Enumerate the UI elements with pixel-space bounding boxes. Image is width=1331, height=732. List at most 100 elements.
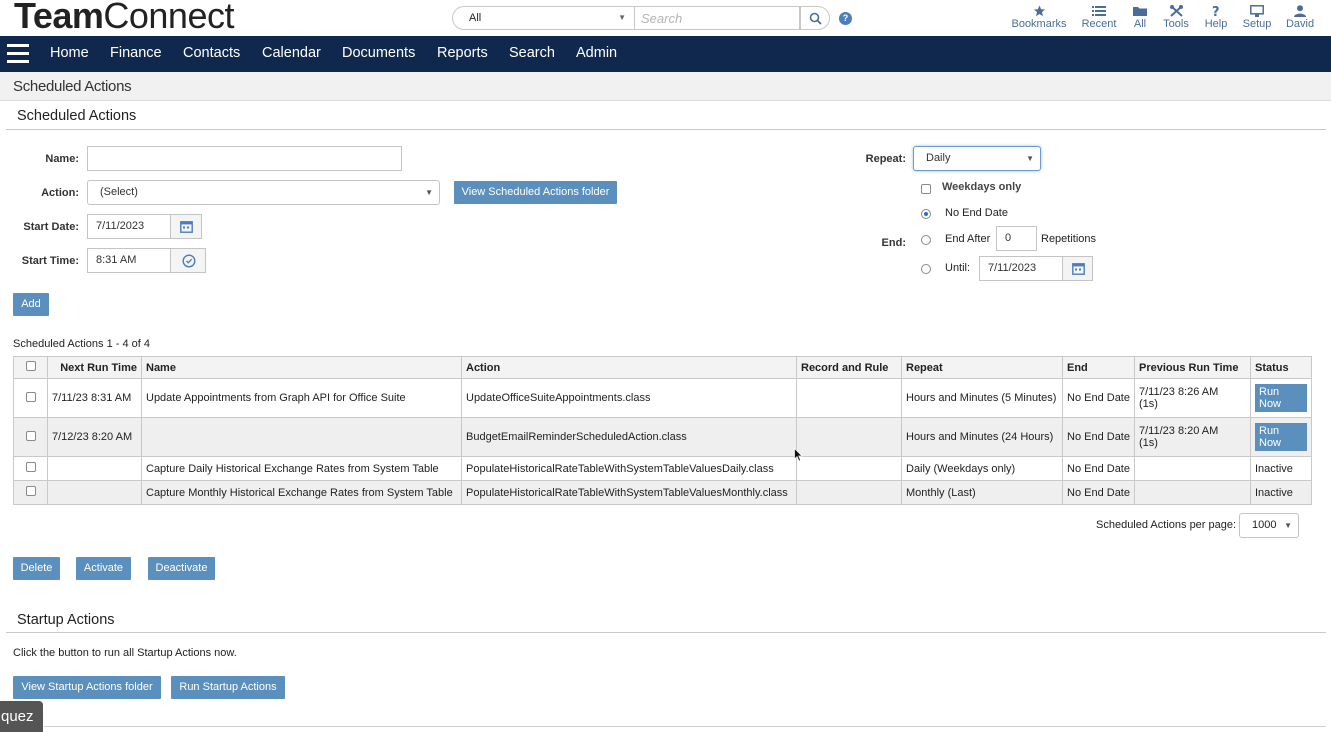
bottom-divider <box>44 726 1326 727</box>
delete-button[interactable]: Delete <box>13 557 60 580</box>
row-checkbox[interactable] <box>25 462 36 472</box>
previous-run-time: 7/11/23 8:26 AM (1s) <box>1134 378 1251 418</box>
status-badge: Inactive <box>1250 456 1312 481</box>
name-input[interactable] <box>87 146 402 171</box>
end-value: No End Date <box>1062 378 1135 418</box>
top-nav-help[interactable]: ? Help <box>1201 3 1231 33</box>
until-date-input[interactable]: 7/11/2023 <box>979 256 1063 281</box>
nav-reports[interactable]: Reports <box>437 45 488 61</box>
view-startup-actions-folder-button[interactable]: View Startup Actions folder <box>13 676 161 699</box>
end-value: No End Date <box>1062 417 1135 457</box>
column-header[interactable]: Status <box>1250 356 1312 379</box>
list-icon <box>1092 6 1106 16</box>
hamburger-menu-icon[interactable] <box>7 44 29 64</box>
table-row[interactable]: 7/12/23 8:20 AM BudgetEmailReminderSched… <box>13 417 1312 457</box>
startup-actions-section-title: Startup Actions <box>17 612 115 628</box>
top-nav-all[interactable]: All <box>1127 3 1153 33</box>
column-header[interactable]: Next Run Time <box>47 356 142 379</box>
per-page-select[interactable]: 1000 ▼ <box>1239 513 1299 538</box>
repeat-label: Repeat: <box>865 153 906 165</box>
record-rule <box>796 456 902 481</box>
status-cell: Run Now <box>1250 378 1312 418</box>
action-class: PopulateHistoricalRateTableWithSystemTab… <box>461 480 797 505</box>
teamconnect-logo[interactable]: TeamConnect <box>14 0 234 36</box>
start-date-input[interactable]: 7/11/2023 <box>87 214 171 239</box>
search-scope-select[interactable]: All ▼ <box>452 6 634 30</box>
action-select[interactable]: (Select) ▼ <box>87 180 440 205</box>
top-nav-user[interactable]: David <box>1283 3 1317 33</box>
select-all-checkbox[interactable] <box>25 361 36 371</box>
search-button[interactable] <box>800 6 830 30</box>
top-nav-setup[interactable]: Setup <box>1240 3 1274 33</box>
table-row[interactable]: Capture Monthly Historical Exchange Rate… <box>13 480 1312 505</box>
chevron-down-icon: ▼ <box>618 13 626 22</box>
nav-contacts[interactable]: Contacts <box>183 45 240 61</box>
column-header[interactable]: Repeat <box>901 356 1063 379</box>
repeat-value: Daily (Weekdays only) <box>901 456 1063 481</box>
next-run-time: 7/12/23 8:20 AM <box>47 417 142 457</box>
end-after-radio[interactable] <box>921 235 931 245</box>
action-name[interactable]: Capture Daily Historical Exchange Rates … <box>141 456 462 481</box>
table-row[interactable]: 7/11/23 8:31 AM Update Appointments from… <box>13 378 1312 418</box>
calendar-icon <box>180 221 193 233</box>
activate-button[interactable]: Activate <box>76 557 131 580</box>
nav-admin[interactable]: Admin <box>576 45 617 61</box>
run-startup-actions-button[interactable]: Run Startup Actions <box>171 676 285 699</box>
scheduled-actions-section-title: Scheduled Actions <box>17 108 137 124</box>
column-header[interactable]: End <box>1062 356 1135 379</box>
add-button[interactable]: Add <box>13 293 49 316</box>
action-name[interactable] <box>141 417 462 457</box>
row-checkbox[interactable] <box>25 430 36 441</box>
repeat-select[interactable]: Daily ▼ <box>913 146 1041 171</box>
repeat-value: Monthly (Last) <box>901 480 1063 505</box>
until-radio[interactable] <box>921 264 931 274</box>
start-time-input[interactable]: 8:31 AM <box>87 248 171 273</box>
nav-documents[interactable]: Documents <box>342 45 415 61</box>
nav-calendar[interactable]: Calendar <box>262 45 321 61</box>
select-all-cell <box>13 356 48 379</box>
until-date-picker-button[interactable] <box>1062 256 1093 281</box>
nav-home[interactable]: Home <box>50 45 89 61</box>
global-search-input[interactable] <box>634 6 800 30</box>
previous-run-time <box>1134 456 1251 481</box>
action-class: BudgetEmailReminderScheduledAction.class <box>461 417 797 457</box>
column-header[interactable]: Action <box>461 356 797 379</box>
table-row[interactable]: Capture Daily Historical Exchange Rates … <box>13 456 1312 481</box>
start-time-picker-button[interactable] <box>170 248 206 273</box>
weekdays-only-checkbox[interactable] <box>921 184 931 194</box>
no-end-date-radio[interactable] <box>921 209 931 219</box>
overlay-name-badge: quez <box>0 701 43 732</box>
action-name[interactable]: Update Appointments from Graph API for O… <box>141 378 462 418</box>
user-icon <box>1294 5 1306 17</box>
status-cell: Run Now <box>1250 417 1312 457</box>
action-name[interactable]: Capture Monthly Historical Exchange Rate… <box>141 480 462 505</box>
start-date-label: Start Date: <box>23 221 79 233</box>
end-value: No End Date <box>1062 456 1135 481</box>
weekdays-only-label: Weekdays only <box>942 181 1022 193</box>
end-after-repetitions-input[interactable]: 0 <box>996 226 1037 251</box>
row-checkbox[interactable] <box>25 391 36 402</box>
column-header[interactable]: Record and Rule <box>796 356 902 379</box>
nav-search[interactable]: Search <box>509 45 555 61</box>
svg-text:?: ? <box>1212 5 1220 17</box>
page-title-bar: Scheduled Actions <box>0 72 1331 101</box>
top-bar: TeamConnect All ▼ ? Bookmarks Recent All… <box>0 0 1331 36</box>
row-checkbox[interactable] <box>25 486 36 496</box>
view-scheduled-actions-folder-button[interactable]: View Scheduled Actions folder <box>454 181 617 204</box>
deactivate-button[interactable]: Deactivate <box>148 557 215 580</box>
top-nav-tools[interactable]: Tools <box>1160 3 1192 33</box>
name-label: Name: <box>45 153 79 165</box>
top-nav-bookmarks[interactable]: Bookmarks <box>1008 3 1070 33</box>
run-now-button[interactable]: Run Now <box>1255 423 1307 451</box>
top-nav-recent[interactable]: Recent <box>1078 3 1120 33</box>
run-now-button[interactable]: Run Now <box>1255 384 1307 412</box>
status-badge: Inactive <box>1250 480 1312 505</box>
search-help-icon[interactable]: ? <box>839 12 852 25</box>
start-date-picker-button[interactable] <box>170 214 202 239</box>
nav-finance[interactable]: Finance <box>110 45 162 61</box>
row-checkbox-cell <box>13 456 48 481</box>
next-run-time <box>47 456 142 481</box>
column-header[interactable]: Previous Run Time <box>1134 356 1251 379</box>
repetitions-label: Repetitions <box>1041 233 1097 245</box>
column-header[interactable]: Name <box>141 356 462 379</box>
